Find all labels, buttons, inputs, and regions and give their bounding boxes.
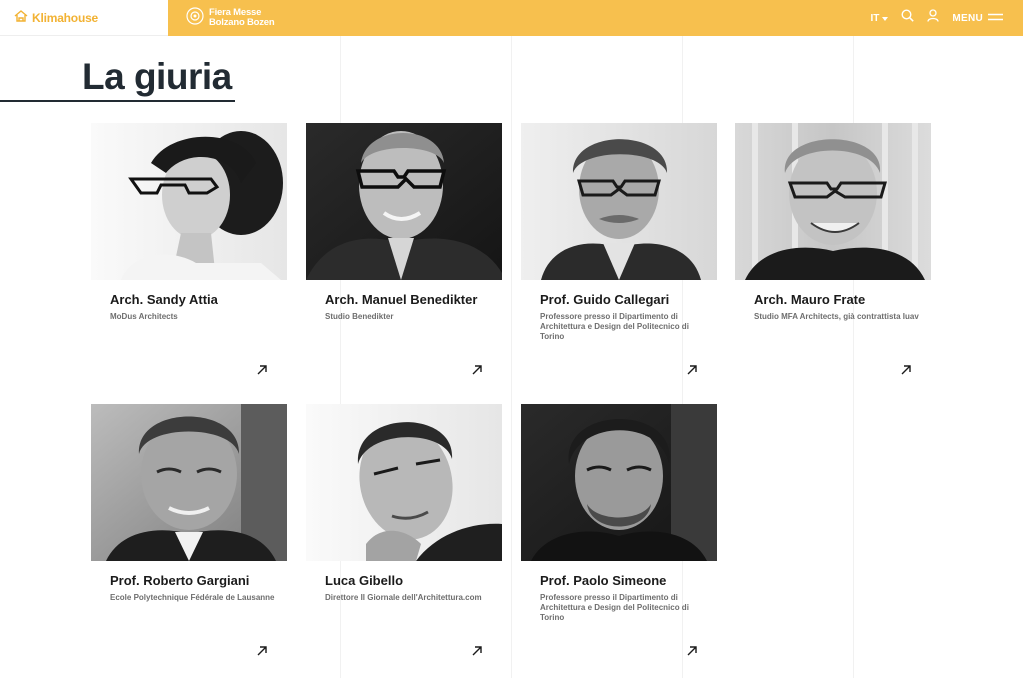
- jury-name: Arch. Mauro Frate: [754, 292, 866, 307]
- klimahouse-logo-link[interactable]: Klimahouse: [0, 0, 168, 36]
- jury-name: Prof. Paolo Simeone: [540, 573, 667, 588]
- search-icon[interactable]: [901, 9, 915, 27]
- portrait-photo: [521, 123, 717, 280]
- arrow-up-right-icon[interactable]: [470, 363, 484, 377]
- arrow-up-right-icon[interactable]: [470, 644, 484, 658]
- hamburger-icon: [988, 13, 1003, 24]
- house-icon: [14, 9, 28, 27]
- jury-card[interactable]: Prof. Paolo Simeone Professore presso il…: [521, 404, 717, 656]
- portrait-photo: [521, 404, 717, 561]
- header-tools: IT MENU: [870, 0, 1003, 36]
- jury-name: Arch. Sandy Attia: [110, 292, 218, 307]
- jury-card[interactable]: Luca Gibello Direttore Il Giornale dell'…: [306, 404, 502, 656]
- arrow-up-right-icon[interactable]: [255, 363, 269, 377]
- title-underline: [0, 100, 235, 102]
- jury-affiliation: Ecole Polytechnique Fédérale de Lausanne: [110, 593, 275, 602]
- fiera-messe-wordmark: Fiera Messe Bolzano Bozen: [209, 8, 275, 28]
- portrait-photo: [91, 404, 287, 561]
- jury-card[interactable]: Arch. Manuel Benedikter Studio Benedikte…: [306, 123, 502, 375]
- jury-card[interactable]: Prof. Roberto Gargiani Ecole Polytechniq…: [91, 404, 287, 656]
- jury-card[interactable]: Arch. Mauro Frate Studio MFA Architects,…: [735, 123, 931, 375]
- language-selector[interactable]: IT: [870, 12, 889, 24]
- jury-name: Prof. Guido Callegari: [540, 292, 670, 307]
- menu-label: MENU: [952, 12, 983, 24]
- page-title: La giuria: [82, 56, 232, 97]
- jury-affiliation: Professore presso il Dipartimento di Arc…: [540, 593, 689, 622]
- caret-down-icon: [882, 13, 889, 24]
- brand-name: Klimahouse: [32, 10, 99, 25]
- user-icon[interactable]: [927, 9, 939, 27]
- fiera-line-2: Bolzano Bozen: [209, 17, 275, 28]
- arrow-up-right-icon[interactable]: [685, 644, 699, 658]
- grid-line: [511, 36, 512, 678]
- portrait-photo: [735, 123, 931, 280]
- site-header: Klimahouse Fiera Messe Bolzano Bozen IT: [0, 0, 1023, 36]
- arrow-up-right-icon[interactable]: [255, 644, 269, 658]
- header-bar: Fiera Messe Bolzano Bozen IT MENU: [168, 0, 1023, 36]
- jury-name: Luca Gibello: [325, 573, 404, 588]
- jury-name: Prof. Roberto Gargiani: [110, 573, 250, 588]
- jury-affiliation: MoDus Architects: [110, 312, 178, 321]
- menu-button[interactable]: MENU: [952, 13, 1003, 24]
- jury-affiliation: Professore presso il Dipartimento di Arc…: [540, 312, 689, 341]
- portrait-photo: [306, 404, 502, 561]
- language-label: IT: [870, 12, 880, 24]
- fiera-messe-logo-link[interactable]: Fiera Messe Bolzano Bozen: [186, 6, 275, 30]
- jury-name: Arch. Manuel Benedikter: [325, 292, 478, 307]
- portrait-photo: [306, 123, 502, 280]
- portrait-photo: [91, 123, 287, 280]
- jury-affiliation: Studio Benedikter: [325, 312, 394, 321]
- jury-card[interactable]: Arch. Sandy Attia MoDus Architects: [91, 123, 287, 375]
- jury-card[interactable]: Prof. Guido Callegari Professore presso …: [521, 123, 717, 375]
- jury-affiliation: Studio MFA Architects, già contrattista …: [754, 312, 919, 321]
- arrow-up-right-icon[interactable]: [899, 363, 913, 377]
- fiera-messe-emblem-icon: [186, 6, 204, 30]
- arrow-up-right-icon[interactable]: [685, 363, 699, 377]
- jury-affiliation: Direttore Il Giornale dell'Architettura.…: [325, 593, 482, 602]
